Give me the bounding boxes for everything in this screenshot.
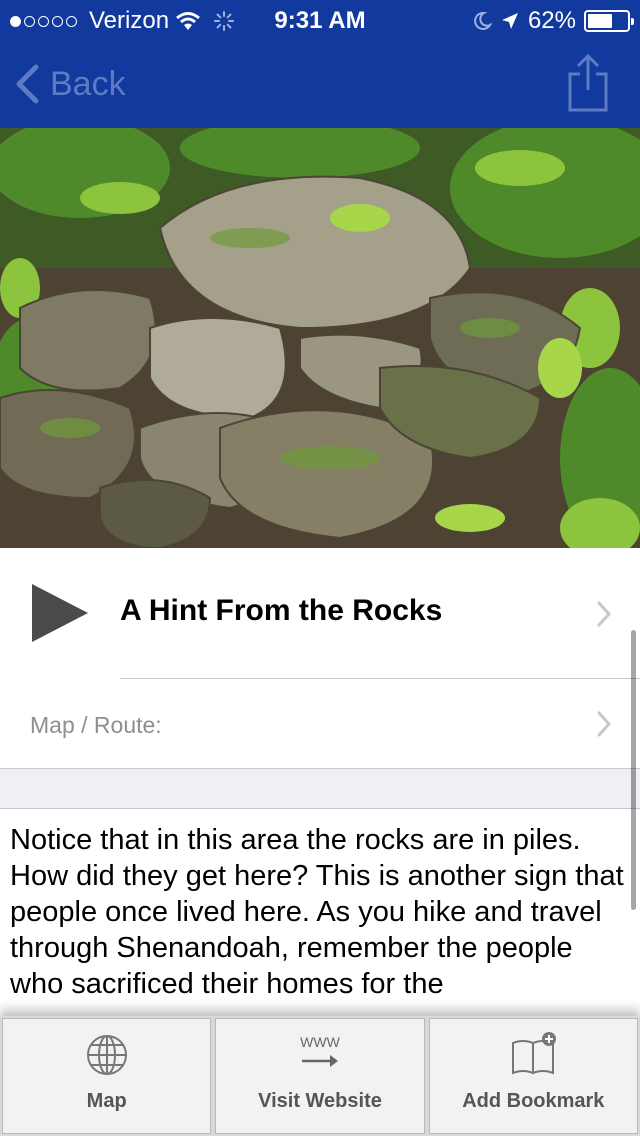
bottom-toolbar: Map WWW Visit Website Add Bookmark bbox=[0, 1016, 640, 1136]
map-button[interactable]: Map bbox=[2, 1018, 212, 1134]
stop-description[interactable]: Notice that in this area the rocks are i… bbox=[0, 810, 640, 1016]
add-bookmark-button[interactable]: Add Bookmark bbox=[428, 1018, 638, 1134]
chevron-right-icon bbox=[597, 711, 612, 737]
do-not-disturb-moon-icon bbox=[474, 11, 492, 30]
chevron-left-icon bbox=[16, 64, 39, 104]
row-divider bbox=[120, 678, 640, 679]
visit-website-button[interactable]: WWW Visit Website bbox=[215, 1018, 425, 1134]
bookmark-add-icon bbox=[512, 1032, 557, 1075]
stop-title-row[interactable]: A Hint From the Rocks bbox=[0, 548, 640, 680]
rock-pile-photo bbox=[0, 128, 640, 548]
status-right: 62% bbox=[472, 7, 634, 35]
stop-title: A Hint From the Rocks bbox=[120, 594, 443, 627]
website-arrow-icon: WWW bbox=[300, 1034, 341, 1067]
map-button-label: Map bbox=[86, 1090, 127, 1112]
back-button[interactable]: Back bbox=[14, 60, 126, 108]
battery-percent: 62% bbox=[527, 7, 576, 34]
share-icon[interactable] bbox=[566, 54, 610, 112]
play-icon[interactable] bbox=[30, 582, 90, 644]
globe-icon bbox=[86, 1035, 127, 1075]
back-label: Back bbox=[50, 64, 126, 103]
svg-text:WWW: WWW bbox=[300, 1034, 340, 1050]
status-bar: Verizon 9:31 AM 62% bbox=[0, 0, 640, 40]
visit-website-label: Visit Website bbox=[258, 1090, 382, 1112]
chevron-right-icon bbox=[597, 601, 612, 627]
map-route-label: Map / Route: bbox=[30, 712, 162, 738]
location-arrow-icon bbox=[501, 13, 518, 29]
hero-photo bbox=[0, 128, 640, 548]
add-bookmark-label: Add Bookmark bbox=[462, 1090, 605, 1112]
section-separator bbox=[0, 768, 640, 809]
map-route-row[interactable]: Map / Route: bbox=[0, 680, 640, 768]
description-text: Notice that in this area the rocks are i… bbox=[10, 824, 624, 1000]
navigation-bar: Back bbox=[0, 40, 640, 128]
battery-icon bbox=[584, 10, 634, 32]
scroll-indicator bbox=[631, 630, 636, 910]
